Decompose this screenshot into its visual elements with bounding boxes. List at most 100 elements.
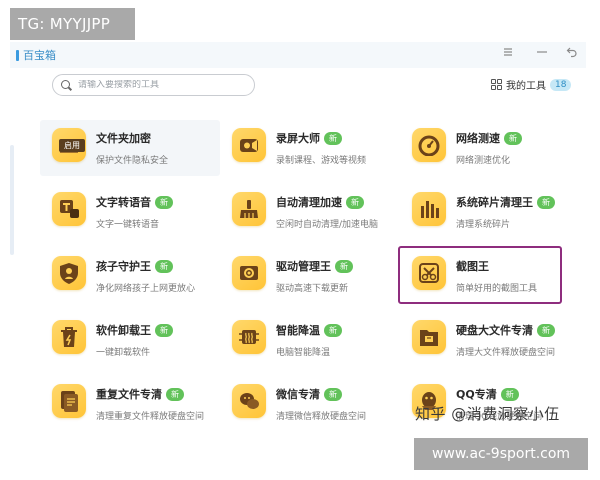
tool-tile[interactable]: 录屏大师新录制课程、游戏等视频 xyxy=(220,120,400,176)
tool-name: QQ专清 xyxy=(456,388,497,401)
tool-name: 智能降温 xyxy=(276,324,320,337)
tool-name: 软件卸载王 xyxy=(96,324,151,337)
tool-tile[interactable]: 微信专清新清理微信释放硬盘空间 xyxy=(220,376,400,432)
wechat-clean-icon xyxy=(232,384,266,418)
selection-highlight xyxy=(398,246,562,304)
new-badge: 新 xyxy=(335,259,353,273)
tool-name: 系统碎片清理王 xyxy=(456,196,533,209)
title-bar: 百宝箱 xyxy=(10,42,586,68)
tool-name-row: QQ专清新 xyxy=(456,386,519,402)
tool-name-row: 驱动管理王新 xyxy=(276,258,353,274)
broom-icon xyxy=(232,192,266,226)
driver-gear-icon xyxy=(232,256,266,290)
new-badge: 新 xyxy=(155,195,173,209)
watermark-zhihu: 知乎 @消费洞察小伍 xyxy=(415,405,560,423)
new-badge: 新 xyxy=(166,387,184,401)
tool-description: 文字一键转语音 xyxy=(96,220,160,230)
grid-icon xyxy=(491,79,502,90)
tool-tile[interactable]: 系统碎片清理王新清理系统碎片 xyxy=(400,184,580,240)
tool-tile[interactable]: 文字转语音新文字一键转语音 xyxy=(40,184,220,240)
tool-description: 清理大文件释放硬盘空间 xyxy=(456,348,556,358)
tool-tile[interactable]: 自动清理加速新空闲时自动清理/加速电脑 xyxy=(220,184,400,240)
new-badge: 新 xyxy=(537,195,555,209)
tool-name: 网络测速 xyxy=(456,132,500,145)
tool-description: 空闲时自动清理/加速电脑 xyxy=(276,220,379,230)
tool-description: 驱动高速下载更新 xyxy=(276,284,349,294)
tool-tile[interactable]: 孩子守护王新净化网络孩子上网更放心 xyxy=(40,248,220,304)
tool-tile[interactable]: 重复文件专清新清理重复文件释放硬盘空间 xyxy=(40,376,220,432)
app-title: 百宝箱 xyxy=(23,49,56,62)
speedometer-icon xyxy=(412,128,446,162)
new-badge: 新 xyxy=(504,131,522,145)
tool-name: 自动清理加速 xyxy=(276,196,342,209)
tool-name-row: 重复文件专清新 xyxy=(96,386,184,402)
tool-description: 清理微信释放硬盘空间 xyxy=(276,412,367,422)
my-tools-button[interactable]: 我的工具 18 xyxy=(491,77,572,92)
new-badge: 新 xyxy=(155,259,173,273)
new-badge: 新 xyxy=(324,387,342,401)
tool-description: 录制课程、游戏等视频 xyxy=(276,156,367,166)
tool-name: 录屏大师 xyxy=(276,132,320,145)
fragment-bars-icon xyxy=(412,192,446,226)
tool-name: 孩子守护王 xyxy=(96,260,151,273)
big-file-folder-icon xyxy=(412,320,446,354)
left-edge-bar xyxy=(10,145,14,255)
tool-description: 保护文件隐私安全 xyxy=(96,156,169,166)
tool-name-row: 微信专清新 xyxy=(276,386,342,402)
tool-description: 清理重复文件释放硬盘空间 xyxy=(96,412,205,422)
tool-name-row: 孩子守护王新 xyxy=(96,258,173,274)
menu-icon[interactable] xyxy=(500,46,516,62)
screen-record-icon xyxy=(232,128,266,162)
tool-tile[interactable]: 智能降温新电脑智能降温 xyxy=(220,312,400,368)
tool-name-row: 智能降温新 xyxy=(276,322,342,338)
new-badge: 新 xyxy=(324,323,342,337)
watermark-top: TG: MYYJJPP xyxy=(10,8,135,40)
watermark-site: www.ac-9sport.com xyxy=(414,438,588,470)
tool-name-row: 网络测速新 xyxy=(456,130,522,146)
tool-name: 重复文件专清 xyxy=(96,388,162,401)
tool-description: 净化网络孩子上网更放心 xyxy=(96,284,196,294)
search-input[interactable] xyxy=(78,80,248,90)
tool-tile[interactable]: 软件卸载王新一键卸载软件 xyxy=(40,312,220,368)
tool-name-row: 文字转语音新 xyxy=(96,194,173,210)
search-icon xyxy=(61,79,72,91)
new-badge: 新 xyxy=(155,323,173,337)
my-tools-count-badge: 18 xyxy=(550,78,572,91)
my-tools-label: 我的工具 xyxy=(506,81,546,92)
tool-name: 微信专清 xyxy=(276,388,320,401)
tool-description: 一键卸载软件 xyxy=(96,348,151,358)
new-badge: 新 xyxy=(324,131,342,145)
text-to-speech-icon xyxy=(52,192,86,226)
tool-name-row: 硬盘大文件专清新 xyxy=(456,322,555,338)
tool-name: 硬盘大文件专清 xyxy=(456,324,533,337)
tool-name-row: 软件卸载王新 xyxy=(96,322,173,338)
enable-button[interactable]: 启用 xyxy=(59,139,85,152)
tool-description: 清理系统碎片 xyxy=(456,220,511,230)
back-arrow-icon[interactable] xyxy=(564,46,580,62)
tool-tile[interactable]: 硬盘大文件专清新清理大文件释放硬盘空间 xyxy=(400,312,580,368)
duplicate-file-icon xyxy=(52,384,86,418)
tool-description: 电脑智能降温 xyxy=(276,348,331,358)
tool-name-row: 系统碎片清理王新 xyxy=(456,194,555,210)
tool-name: 文件夹加密 xyxy=(96,132,151,145)
app-logo-icon xyxy=(16,49,19,61)
new-badge: 新 xyxy=(537,323,555,337)
new-badge: 新 xyxy=(346,195,364,209)
tool-tile[interactable]: 驱动管理王新驱动高速下载更新 xyxy=(220,248,400,304)
cpu-heat-icon xyxy=(232,320,266,354)
tool-description: 网络测速优化 xyxy=(456,156,511,166)
new-badge: 新 xyxy=(500,387,519,401)
tool-tile[interactable]: 网络测速新网络测速优化 xyxy=(400,120,580,176)
search-box[interactable] xyxy=(52,74,255,96)
minimize-icon[interactable] xyxy=(534,46,550,62)
tool-name: 文字转语音 xyxy=(96,196,151,209)
app-title-group: 百宝箱 xyxy=(16,47,56,63)
tool-name-row: 录屏大师新 xyxy=(276,130,342,146)
tool-name-row: 自动清理加速新 xyxy=(276,194,364,210)
shield-child-icon xyxy=(52,256,86,290)
tool-tile[interactable]: 启用 文件夹加密保护文件隐私安全 xyxy=(40,120,220,176)
tool-name: 驱动管理王 xyxy=(276,260,331,273)
folder-lock-icon: 启用 xyxy=(52,128,86,162)
tool-name-row: 文件夹加密 xyxy=(96,130,151,146)
uninstall-bin-icon xyxy=(52,320,86,354)
